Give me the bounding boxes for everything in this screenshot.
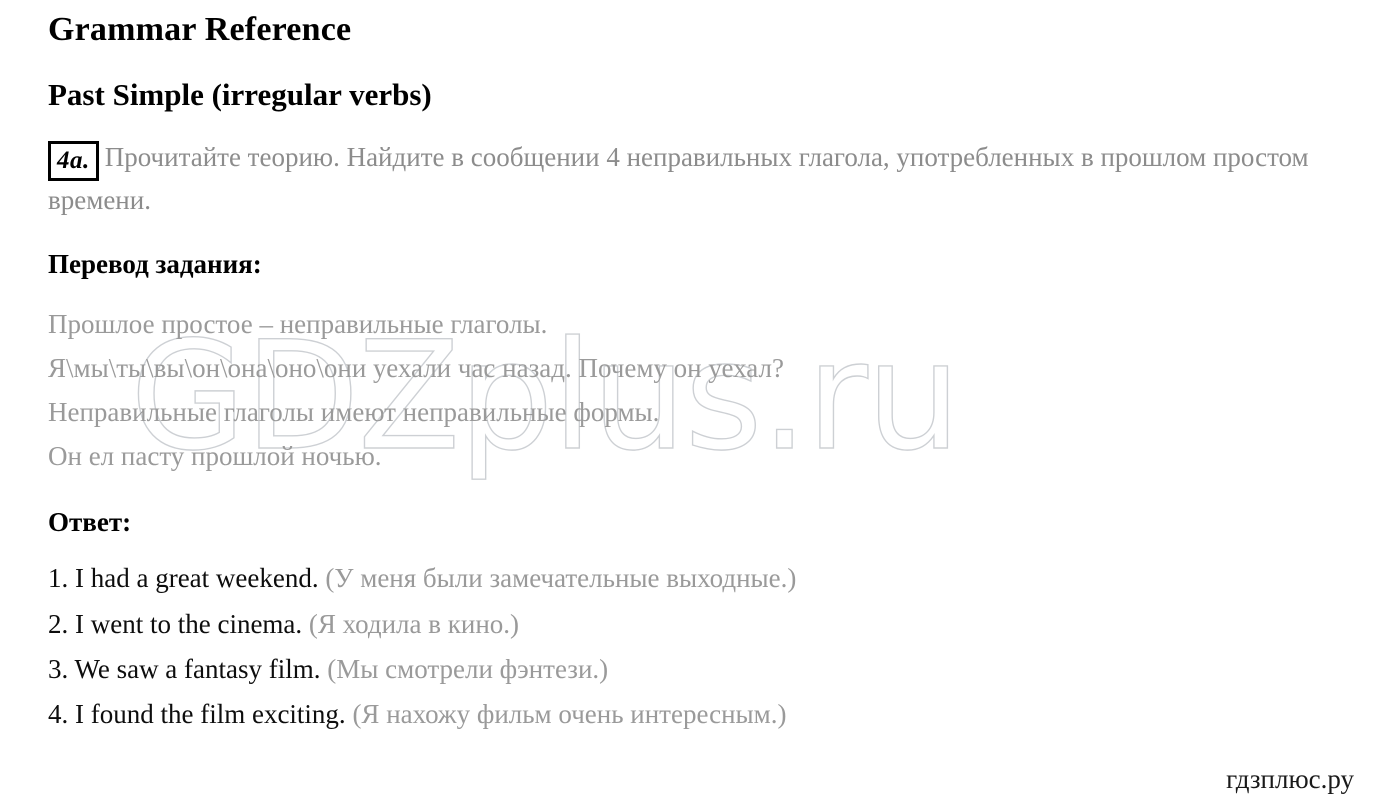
answer-number: 4. [48, 699, 69, 730]
task-number-badge: 4a. [48, 141, 99, 182]
answer-english: I had a great weekend. [75, 563, 319, 594]
site-brand: гдзплюс.ру [1226, 764, 1354, 794]
answer-english: We saw a fantasy film. [74, 654, 321, 685]
answer-english: I went to the cinema. [75, 608, 303, 639]
answer-russian: (Мы смотрели фэнтези.) [327, 654, 609, 685]
translation-block: Прошлое простое – неправильные глаголы. … [48, 302, 1348, 478]
translation-heading: Перевод задания: [48, 248, 262, 279]
answer-number: 2. [48, 608, 69, 639]
answer-item: 2. I went to the cinema. (Я ходила в кин… [48, 602, 1348, 647]
translation-line: Он ел пасту прошлой ночью. [48, 441, 382, 472]
answer-number: 3. [48, 654, 69, 685]
page-canvas: GDZplus.ru Grammar Reference Past Simple… [0, 0, 1388, 799]
task-instruction: 4a. Прочитайте теорию. Найдите в сообщени… [48, 138, 1348, 219]
answer-russian: (Я нахожу фильм очень интересным.) [352, 699, 787, 730]
answer-item: 4. I found the film exciting. (Я нахожу … [48, 692, 1348, 737]
section-title: Past Simple (irregular verbs) [48, 77, 432, 113]
page-title: Grammar Reference [48, 11, 352, 48]
answer-russian: (У меня были замечательные выходные.) [325, 563, 797, 594]
answer-list: 1. I had a great weekend. (У меня были з… [48, 556, 1348, 737]
translation-line: Неправильные глаголы имеют неправильные … [48, 397, 660, 428]
answer-heading: Ответ: [48, 507, 132, 538]
answer-item: 1. I had a great weekend. (У меня были з… [48, 556, 1348, 601]
translation-line: Я\мы\ты\вы\он\она\оно\они уехали час наз… [48, 353, 784, 384]
answer-english: I found the film exciting. [75, 699, 346, 730]
task-instruction-text: Прочитайте теорию. Найдите в сообщении 4… [48, 142, 1309, 216]
content-column: Grammar Reference Past Simple (irregular… [48, 0, 1348, 738]
translation-line: Прошлое простое – неправильные глаголы. [48, 309, 548, 340]
answer-number: 1. [48, 563, 69, 594]
answer-russian: (Я ходила в кино.) [308, 608, 520, 639]
answer-item: 3. We saw a fantasy film. (Мы смотрели ф… [48, 647, 1348, 692]
